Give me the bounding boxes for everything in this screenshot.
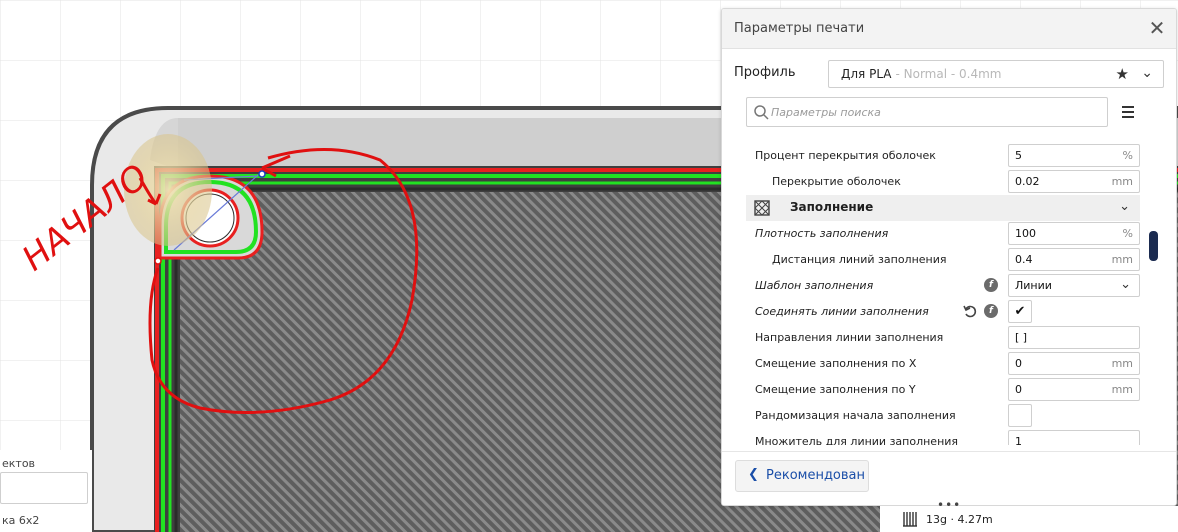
setting-field-infill-line-distance[interactable]: 0.4 mm bbox=[1008, 248, 1140, 271]
setting-value: 100 bbox=[1015, 227, 1036, 240]
setting-label: Множитель для линии заполнения bbox=[755, 435, 959, 445]
search-input[interactable] bbox=[771, 103, 1091, 121]
setting-label: Шаблон заполнения bbox=[755, 279, 874, 292]
filament-icon bbox=[903, 512, 917, 527]
setting-value: 0.02 bbox=[1015, 175, 1040, 188]
setting-label: Дистанция линий заполнения bbox=[772, 253, 947, 266]
function-icon: f bbox=[984, 278, 998, 292]
setting-field-infill-line-multiplier[interactable]: 1 bbox=[1008, 430, 1140, 445]
setting-label: Процент перекрытия оболочек bbox=[755, 149, 936, 162]
objects-panel: ектов ка 6x2 bbox=[0, 450, 92, 532]
objects-label: ектов bbox=[2, 457, 36, 470]
setting-row-infill-line-directions: Направления линии заполнения [ ] bbox=[722, 325, 1150, 351]
setting-row-infill-line-distance: Дистанция линий заполнения 0.4 mm bbox=[722, 247, 1150, 273]
setting-label: Плотность заполнения bbox=[755, 227, 889, 240]
profile-label: Профиль bbox=[734, 65, 796, 80]
setting-field-skin-overlap[interactable]: 0.02 mm bbox=[1008, 170, 1140, 193]
setting-value: 0 bbox=[1015, 357, 1022, 370]
setting-row-infill-line-multiplier: Множитель для линии заполнения 1 bbox=[722, 429, 1150, 445]
setting-value: 0 bbox=[1015, 383, 1022, 396]
setting-row-connect-infill-lines: Соединять линии заполнения f ✔ bbox=[722, 299, 1150, 325]
setting-unit: % bbox=[1122, 149, 1133, 162]
print-info-text: 13g · 4.27m bbox=[926, 513, 993, 526]
setting-value: 5 bbox=[1015, 149, 1022, 162]
profile-meta: - Normal - 0.4mm bbox=[895, 67, 1002, 81]
print-info-bar: 13g · 4.27m bbox=[880, 506, 1178, 532]
profile-select[interactable]: Для PLA - Normal - 0.4mm ★ ⌄ bbox=[828, 60, 1164, 88]
print-settings-panel: Параметры печати ✕ Профиль Для PLA - Norm… bbox=[721, 8, 1177, 506]
setting-row-randomize-infill-start: Рандомизация начала заполнения bbox=[722, 403, 1150, 429]
setting-row-infill-pattern: Шаблон заполнения f Линии ⌄ bbox=[722, 273, 1150, 299]
setting-checkbox-connect-infill-lines[interactable]: ✔ bbox=[1008, 300, 1032, 323]
panel-title: Параметры печати bbox=[734, 21, 865, 36]
setting-row-infill-offset-y: Смещение заполнения по Y 0 mm bbox=[722, 377, 1150, 403]
setting-label: Соединять линии заполнения bbox=[755, 305, 929, 318]
panel-header: Параметры печати ✕ bbox=[722, 9, 1176, 49]
setting-field-infill-density[interactable]: 100 % bbox=[1008, 222, 1140, 245]
setting-label: Перекрытие оболочек bbox=[772, 175, 901, 188]
setting-row-infill-offset-x: Смещение заполнения по X 0 mm bbox=[722, 351, 1150, 377]
chevron-down-icon[interactable]: ⌄ bbox=[1119, 199, 1130, 214]
function-icon: f bbox=[984, 304, 998, 318]
setting-field-infill-offset-x[interactable]: 0 mm bbox=[1008, 352, 1140, 375]
chevron-down-icon: ⌄ bbox=[1120, 277, 1131, 292]
setting-label: Рандомизация начала заполнения bbox=[755, 409, 956, 422]
scrollbar-thumb[interactable] bbox=[1149, 231, 1158, 261]
setting-field-skin-overlap-percent[interactable]: 5 % bbox=[1008, 144, 1140, 167]
start-point bbox=[154, 257, 162, 265]
setting-unit: mm bbox=[1111, 383, 1133, 396]
setting-value: 1 bbox=[1015, 435, 1022, 445]
category-infill[interactable]: Заполнение ⌄ bbox=[746, 195, 1140, 221]
settings-list[interactable]: Процент перекрытия оболочек 5 % Перекрыт… bbox=[722, 135, 1150, 445]
setting-field-infill-offset-y[interactable]: 0 mm bbox=[1008, 378, 1140, 401]
setting-unit: % bbox=[1122, 227, 1133, 240]
category-label: Заполнение bbox=[790, 200, 874, 214]
menu-icon[interactable] bbox=[1118, 102, 1138, 122]
star-icon[interactable]: ★ bbox=[1116, 65, 1129, 83]
chevron-down-icon[interactable]: ⌄ bbox=[1141, 65, 1153, 81]
setting-select-infill-pattern[interactable]: Линии ⌄ bbox=[1008, 274, 1140, 297]
setting-label: Смещение заполнения по X bbox=[755, 357, 917, 370]
objects-field[interactable] bbox=[0, 472, 88, 504]
setting-unit: mm bbox=[1111, 357, 1133, 370]
chevron-left-icon: ❮ bbox=[748, 467, 759, 482]
setting-value: [ ] bbox=[1015, 331, 1028, 344]
search-box[interactable] bbox=[746, 97, 1108, 127]
setting-unit: mm bbox=[1111, 253, 1133, 266]
seam-point bbox=[258, 170, 266, 178]
reset-icon[interactable] bbox=[962, 303, 978, 319]
setting-unit: mm bbox=[1111, 175, 1133, 188]
infill-icon bbox=[754, 200, 770, 216]
setting-value: Линии bbox=[1015, 279, 1052, 292]
setting-label: Смещение заполнения по Y bbox=[755, 383, 916, 396]
recommended-label: Рекомендован bbox=[766, 468, 866, 483]
close-icon[interactable]: ✕ bbox=[1146, 17, 1168, 39]
setting-label: Направления линии заполнения bbox=[755, 331, 944, 344]
setting-checkbox-randomize-infill-start[interactable] bbox=[1008, 404, 1032, 427]
setting-row-infill-density: Плотность заполнения 100 % bbox=[722, 221, 1150, 247]
setting-row-skin-overlap-percent: Процент перекрытия оболочек 5 % bbox=[722, 143, 1150, 169]
recommended-button[interactable]: ❮ Рекомендован bbox=[735, 460, 869, 492]
setting-field-infill-line-directions[interactable]: [ ] bbox=[1008, 326, 1140, 349]
profile-name: Для PLA - Normal - 0.4mm bbox=[841, 67, 1002, 81]
setting-value: 0.4 bbox=[1015, 253, 1033, 266]
search-icon bbox=[754, 105, 769, 120]
object-name[interactable]: ка 6x2 bbox=[2, 514, 39, 527]
setting-row-skin-overlap: Перекрытие оболочек 0.02 mm bbox=[722, 169, 1150, 195]
